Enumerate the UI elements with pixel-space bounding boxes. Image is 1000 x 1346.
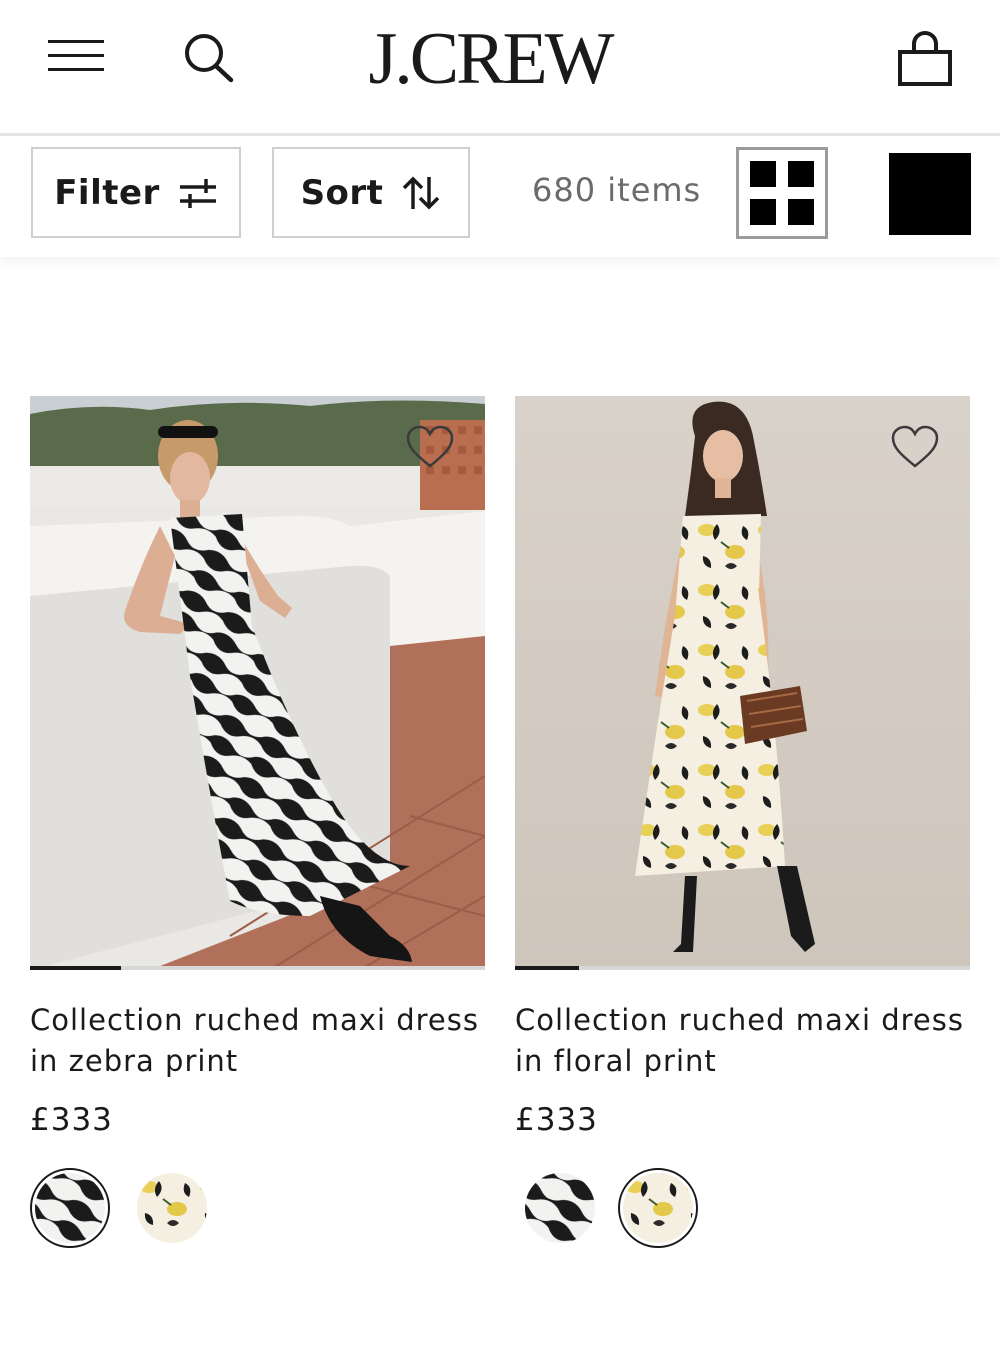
shopping-bag-button[interactable]: [894, 30, 956, 90]
product-card[interactable]: Collection ruched maxi dress in floral p…: [515, 396, 970, 1248]
product-image-zebra: [30, 396, 485, 970]
search-icon: [185, 34, 234, 83]
floral-swatch-icon: [137, 1173, 207, 1243]
floral-swatch-icon: [623, 1173, 693, 1243]
heart-icon: [406, 425, 454, 468]
search-button[interactable]: [176, 28, 240, 88]
site-header: J.CREW: [0, 0, 1000, 136]
image-carousel-progress: [30, 966, 485, 970]
floral-print-maxi-dress-photo[interactable]: [515, 396, 970, 970]
product-card[interactable]: Collection ruched maxi dress in zebra pr…: [30, 396, 485, 1248]
wishlist-heart-button[interactable]: [890, 424, 940, 470]
swatch-floral-print[interactable]: [618, 1168, 698, 1248]
grid-square: [788, 161, 814, 187]
swatch-zebra-print[interactable]: [520, 1168, 600, 1248]
sort-button[interactable]: Sort: [272, 147, 470, 238]
swatch-floral-print[interactable]: [132, 1168, 212, 1248]
hamburger-line: [48, 68, 104, 71]
hamburger-menu-icon: [48, 40, 104, 43]
menu-button[interactable]: [44, 36, 108, 76]
swatch-zebra-print[interactable]: [30, 1168, 110, 1248]
grid-square: [750, 199, 776, 225]
zebra-swatch-icon: [35, 1173, 105, 1243]
filter-sliders-icon: [179, 178, 216, 208]
grid-view-button[interactable]: [736, 147, 828, 239]
product-toolbar: Filter Sort 680 items: [0, 139, 1000, 257]
filter-button[interactable]: Filter: [31, 147, 241, 238]
product-price: £333: [30, 1102, 113, 1138]
wishlist-heart-button[interactable]: [405, 424, 455, 470]
zebra-print-maxi-dress-photo[interactable]: [30, 396, 485, 970]
carousel-progress-fill: [515, 966, 579, 970]
hamburger-line: [48, 54, 104, 57]
item-count: 680 items: [532, 171, 702, 209]
grid-square: [788, 199, 814, 225]
filter-label: Filter: [54, 172, 160, 213]
product-image-floral: [515, 396, 970, 970]
heart-icon: [891, 425, 939, 468]
product-title[interactable]: Collection ruched maxi dress in zebra pr…: [30, 1000, 485, 1082]
shopping-bag-icon: [898, 31, 952, 86]
sort-label: Sort: [300, 172, 384, 213]
grid-view-icon: [750, 161, 776, 187]
product-price: £333: [515, 1102, 598, 1138]
carousel-progress-fill: [30, 966, 121, 970]
sort-arrows-icon: [403, 176, 440, 209]
image-carousel-progress: [515, 966, 970, 970]
brand-logo[interactable]: J.CREW: [340, 22, 640, 96]
zebra-swatch-icon: [525, 1173, 595, 1243]
single-view-button[interactable]: [889, 153, 971, 235]
product-title[interactable]: Collection ruched maxi dress in floral p…: [515, 1000, 970, 1082]
